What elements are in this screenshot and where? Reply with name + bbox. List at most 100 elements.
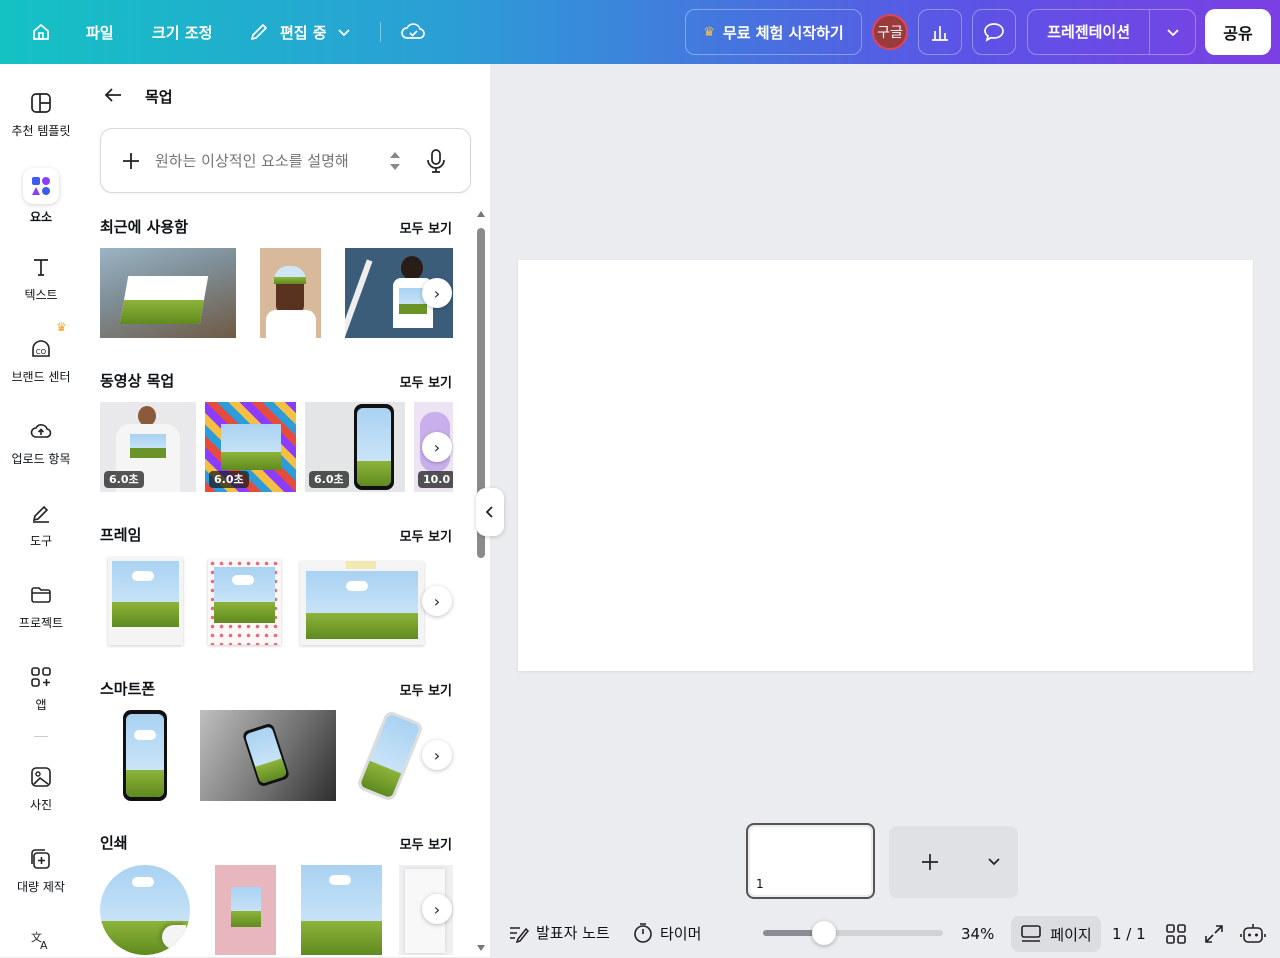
print-sticker[interactable] [100, 865, 190, 955]
timer-icon [634, 923, 652, 943]
microphone-icon[interactable] [425, 148, 447, 174]
frame-taped[interactable] [300, 561, 424, 645]
brand-icon: CO [28, 336, 54, 362]
zoom-slider-handle[interactable] [812, 921, 836, 945]
chevron-right-icon: › [433, 745, 441, 765]
home-button[interactable] [26, 0, 56, 64]
see-all-frames[interactable]: 모두 보기 [400, 526, 452, 545]
pages-icon [1021, 925, 1042, 942]
grid-view-button[interactable] [1165, 923, 1187, 945]
editing-mode-menu[interactable]: 편집 중 [248, 0, 351, 64]
rail-item-tools[interactable]: 도구 [0, 500, 82, 549]
assistant-button[interactable] [1240, 922, 1266, 946]
elements-icon [23, 168, 59, 204]
plus-icon[interactable] [121, 151, 141, 171]
print-peel[interactable] [301, 865, 382, 955]
duration-badge: 6.0초 [104, 471, 144, 488]
duration-badge: 6.0초 [209, 471, 249, 488]
rail-item-projects[interactable]: 프로젝트 [0, 582, 82, 631]
pages-toggle-button[interactable]: 페이지 [1011, 916, 1101, 952]
zoom-value[interactable]: 34% [961, 925, 994, 943]
rail-item-text[interactable]: 텍스트 [0, 254, 82, 303]
see-all-smartphone[interactable]: 모두 보기 [400, 680, 452, 699]
translate-icon: 文A [28, 926, 54, 952]
mockup-thumb-cap[interactable] [260, 248, 321, 338]
scroll-right-button[interactable]: › [422, 432, 452, 462]
chevron-down-icon [337, 29, 350, 37]
free-trial-button[interactable]: ♛ 무료 체험 시작하기 [685, 9, 862, 55]
scroll-up-icon[interactable] [477, 210, 485, 218]
share-button[interactable]: 공유 [1205, 9, 1271, 55]
scroll-right-button[interactable]: › [422, 586, 452, 616]
chevron-right-icon: › [433, 591, 441, 611]
apps-grid-icon [28, 664, 54, 690]
presentation-group: 프레젠테이션 [1027, 9, 1196, 55]
pencil-icon [251, 24, 267, 40]
zoom-slider[interactable] [763, 921, 943, 945]
rail-item-brand[interactable]: ♛ CO 브랜드 센터 [0, 320, 82, 385]
print-card-hands[interactable] [215, 865, 276, 955]
sort-arrows-icon[interactable] [388, 148, 402, 174]
divider [380, 22, 381, 42]
search-input[interactable] [155, 149, 370, 173]
scroll-right-button[interactable]: › [422, 278, 452, 308]
chevron-down-icon[interactable] [987, 856, 1001, 868]
add-page-group [889, 826, 1018, 898]
insights-button[interactable] [918, 9, 962, 55]
crown-icon: ♛ [56, 320, 67, 334]
rail-label: 프로젝트 [18, 616, 64, 630]
rail-label: 도구 [29, 534, 53, 548]
rail-item-templates[interactable]: 추천 템플릿 [0, 90, 82, 139]
comments-button[interactable] [972, 9, 1016, 55]
video-mockup-frame[interactable]: 6.0초 [205, 402, 296, 492]
frame-hearts[interactable] [208, 559, 281, 645]
fullscreen-button[interactable] [1203, 923, 1225, 945]
smartphone-front[interactable] [123, 710, 167, 801]
see-all-recent[interactable]: 모두 보기 [400, 218, 452, 237]
cloud-save-status[interactable] [398, 0, 428, 64]
upload-cloud-icon [28, 418, 54, 444]
design-canvas[interactable] [518, 260, 1253, 671]
rail-item-elements[interactable]: 요소 [0, 168, 82, 225]
see-all-print[interactable]: 모두 보기 [400, 834, 452, 853]
smartphone-tilted[interactable] [354, 710, 424, 801]
frame-polaroid[interactable] [108, 557, 183, 645]
avatar[interactable]: 구글 [872, 14, 908, 50]
scroll-down-icon[interactable] [477, 944, 485, 952]
see-all-video[interactable]: 모두 보기 [400, 372, 452, 391]
video-mockup-phone[interactable]: 6.0초 [305, 402, 405, 492]
chevron-left-icon [485, 506, 493, 518]
chevron-down-icon [1166, 29, 1179, 37]
back-button[interactable] [102, 84, 124, 106]
collapse-panel-button[interactable] [476, 488, 504, 536]
rail-label: 추천 템플릿 [11, 124, 71, 138]
plus-icon[interactable] [920, 852, 940, 872]
rail-item-translate[interactable]: 文A [0, 926, 82, 958]
timer-button[interactable]: 타이머 [632, 922, 701, 944]
presentation-dropdown[interactable] [1150, 10, 1195, 54]
rail-item-bulk-create[interactable]: 대량 제작 [0, 846, 82, 895]
file-menu[interactable]: 파일 [86, 0, 114, 64]
video-mockup-hoodie[interactable]: 6.0초 [100, 402, 196, 492]
page-counter[interactable]: 1 / 1 [1112, 925, 1146, 943]
pen-tool-icon [28, 500, 54, 526]
smartphone-hand[interactable] [200, 710, 336, 801]
resize-menu[interactable]: 크기 조정 [152, 0, 212, 64]
presentation-button[interactable]: 프레젠테이션 [1028, 10, 1151, 54]
rail-item-apps[interactable]: 앱 [0, 664, 82, 713]
section-title-frames: 프레임 [100, 526, 142, 544]
panel-scrollbar[interactable] [477, 210, 485, 956]
rail-label: 텍스트 [24, 288, 58, 302]
scroll-right-button[interactable]: › [422, 740, 452, 770]
rail-item-photos[interactable]: 사진 [0, 764, 82, 813]
presentation-label: 프레젠테이션 [1047, 23, 1131, 41]
mockup-thumb-table[interactable] [100, 248, 236, 338]
presenter-notes-button[interactable]: 발표자 노트 [508, 922, 610, 943]
grid-view-icon [1166, 924, 1186, 944]
page-thumbnail[interactable]: 1 [746, 823, 875, 899]
scroll-right-button[interactable]: › [422, 894, 452, 924]
free-trial-label: 무료 체험 시작하기 [722, 23, 844, 42]
rail-label: 앱 [35, 698, 47, 712]
rail-item-uploads[interactable]: 업로드 항목 [0, 418, 82, 467]
search-box[interactable] [100, 128, 471, 193]
